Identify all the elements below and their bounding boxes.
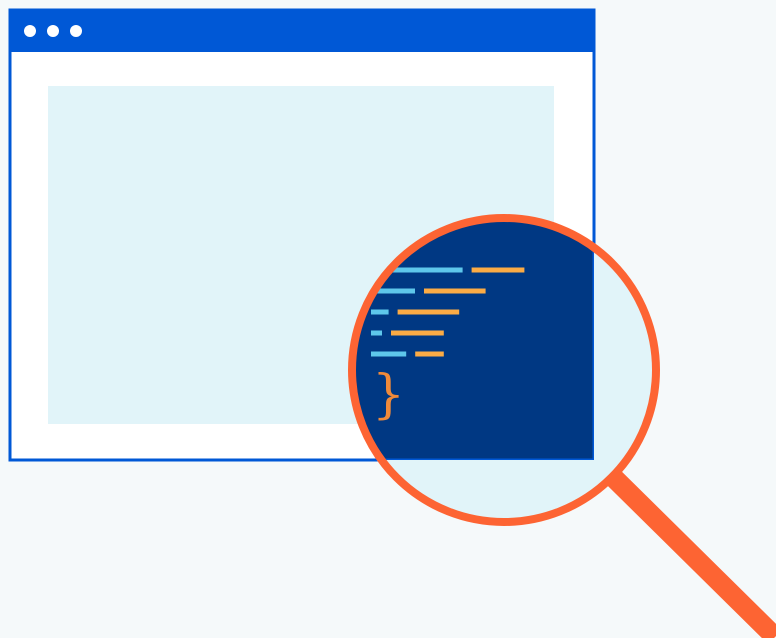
code-key-bar [371,309,389,315]
browser-titlebar [10,10,594,52]
code-key-bar [371,330,382,336]
magnifier-handle [602,466,776,638]
code-key-bar [390,267,463,273]
code-value-bar [397,309,460,315]
code-value-bar [415,351,444,357]
titlebar-dot-icon [24,25,36,37]
code-inspection-illustration: } [8,8,776,638]
illustration: } [0,0,776,638]
titlebar-dot-icon [70,25,82,37]
titlebar-dot-icon [47,25,59,37]
code-value-bar [391,330,444,336]
code-key-bar [371,351,407,357]
code-value-bar [471,267,525,273]
closing-brace: } [372,365,405,425]
code-value-bar [424,288,486,294]
